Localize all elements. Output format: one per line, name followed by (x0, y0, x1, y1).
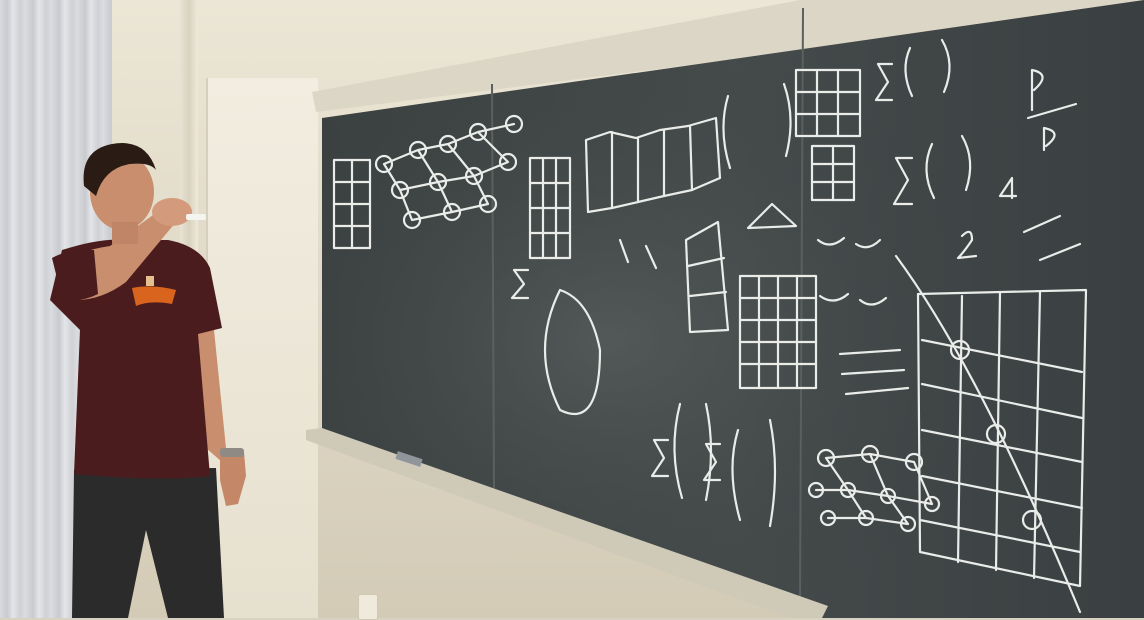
classroom-scene (0, 0, 1144, 620)
neck (112, 222, 138, 244)
watch (220, 448, 244, 457)
person (50, 143, 246, 618)
pants (72, 468, 224, 618)
chalk-piece (186, 214, 206, 220)
hand-raised (152, 198, 192, 226)
shirt-print-detail (146, 276, 154, 286)
